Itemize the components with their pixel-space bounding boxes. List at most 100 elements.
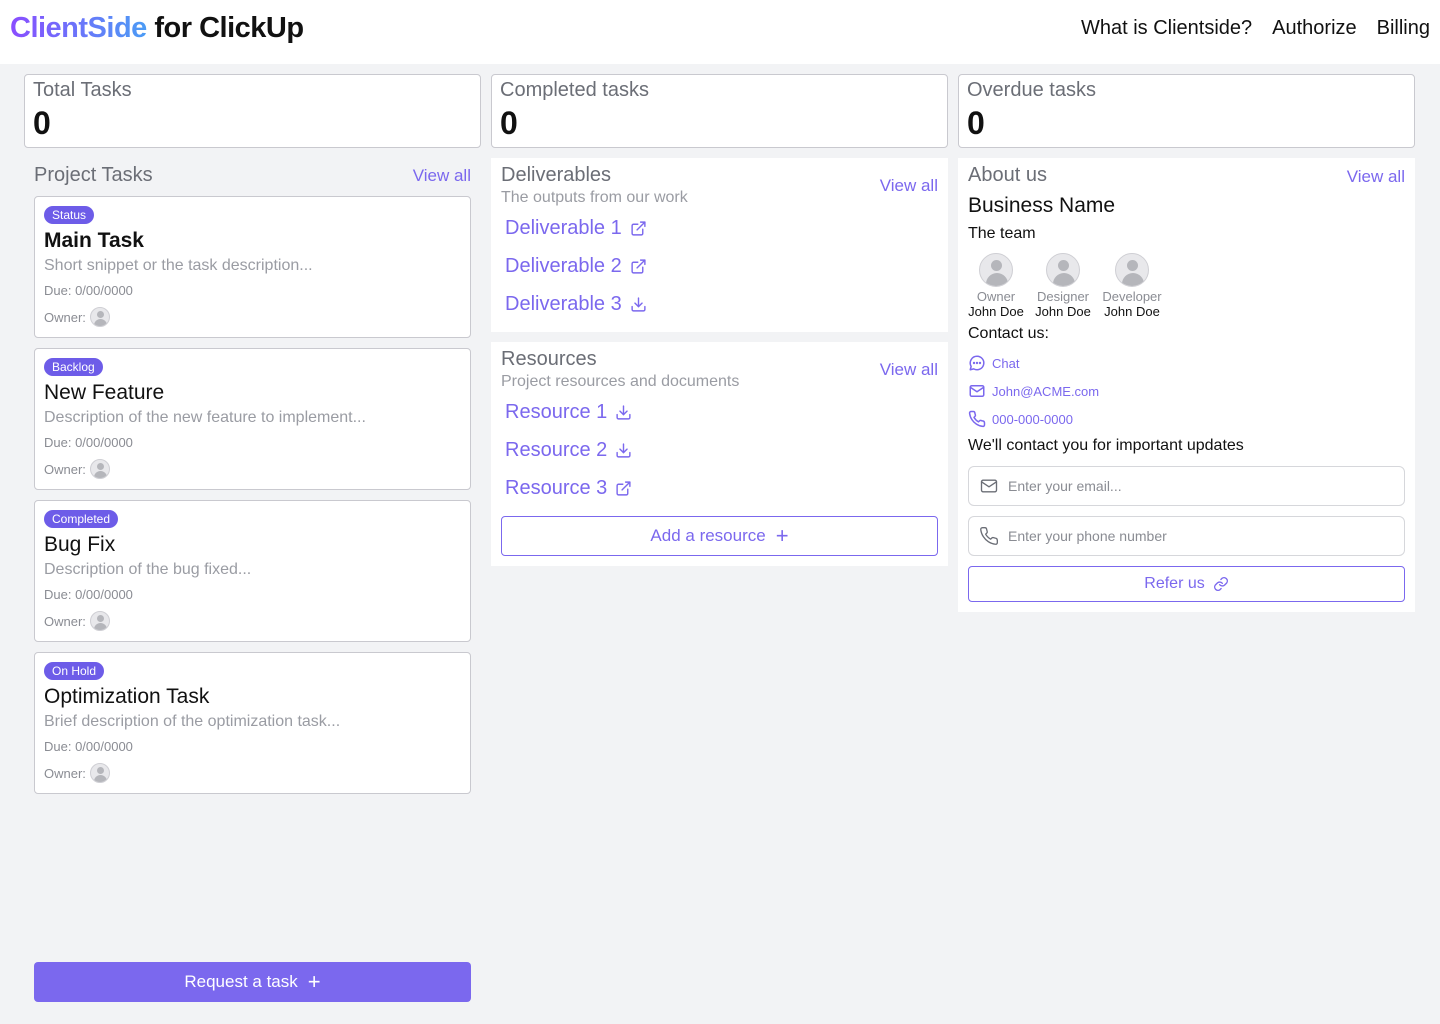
task-title: Optimization Task: [44, 685, 210, 708]
stat-value: 0: [967, 105, 985, 141]
team-label: The team: [968, 225, 1036, 242]
contact-email-label: John@ACME.com: [992, 383, 1100, 399]
resource-label: Resource 1: [505, 401, 608, 423]
contact-email-link[interactable]: John@ACME.com: [968, 382, 1099, 400]
owner-label: Owner:: [44, 765, 86, 781]
deliverable-link[interactable]: Deliverable 2: [505, 255, 647, 278]
plus-icon: +: [307, 969, 321, 994]
contact-chat-label: Chat: [992, 355, 1020, 371]
deliverables-title: Deliverables: [501, 164, 612, 186]
task-owner: Owner:: [44, 611, 110, 631]
task-description: Short snippet or the task description...: [44, 257, 313, 274]
email-field-wrapper: [968, 466, 1405, 506]
mail-icon: [969, 385, 985, 397]
task-due-date: Due: 0/00/0000: [44, 587, 133, 602]
task-card[interactable]: On Hold Optimization Task Brief descript…: [34, 652, 471, 794]
nav-authorize[interactable]: Authorize: [1272, 17, 1357, 40]
avatar-icon: [89, 611, 110, 631]
resources-title: Resources: [501, 348, 597, 370]
chat-icon: [969, 355, 985, 371]
task-description: Description of the new feature to implem…: [44, 409, 366, 426]
member-name: John Doe: [968, 304, 1024, 319]
add-resource-button[interactable]: Add a resource +: [501, 516, 938, 556]
status-badge: Status: [44, 206, 95, 224]
logo-suffix: for ClickUp: [146, 12, 304, 44]
top-bar: ClientSide for ClickUp What is Clientsid…: [0, 0, 1440, 64]
status-badge: On Hold: [44, 662, 105, 680]
task-card[interactable]: Backlog New Feature Description of the n…: [34, 348, 471, 490]
add-resource-label: Add a resource: [650, 526, 766, 545]
owner-label: Owner:: [44, 309, 86, 325]
team-member: Owner John Doe: [961, 253, 1031, 319]
stat-label: Total Tasks: [33, 79, 132, 101]
team-member: Designer John Doe: [1028, 253, 1098, 319]
refer-us-button[interactable]: Refer us: [968, 566, 1405, 602]
phone-icon: [968, 410, 986, 428]
request-task-button[interactable]: Request a task +: [34, 962, 471, 1002]
deliverable-link[interactable]: Deliverable 1: [505, 217, 647, 240]
deliverables-panel: Deliverables The outputs from our work V…: [491, 158, 948, 332]
phone-field-wrapper: [968, 516, 1405, 556]
stat-label: Completed tasks: [500, 79, 649, 101]
phone-field[interactable]: [1008, 528, 1388, 544]
resources-subtitle: Project resources and documents: [501, 373, 740, 390]
resources-view-all[interactable]: View all: [880, 360, 938, 380]
stat-value: 0: [500, 105, 518, 141]
deliverable-link[interactable]: Deliverable 3: [505, 293, 647, 316]
logo-brand: ClientSide: [10, 12, 147, 44]
contact-chat-link[interactable]: Chat: [968, 354, 1019, 372]
owner-label: Owner:: [44, 613, 86, 629]
refer-us-label: Refer us: [1144, 575, 1205, 592]
nav-what-is-clientside[interactable]: What is Clientside?: [1081, 17, 1252, 40]
download-icon: [631, 297, 646, 312]
project-tasks-view-all[interactable]: View all: [413, 166, 471, 186]
deliverables-subtitle: The outputs from our work: [501, 189, 688, 206]
avatar-icon: [1046, 253, 1080, 287]
task-title: New Feature: [44, 381, 165, 404]
link-icon: [1213, 577, 1228, 591]
member-name: John Doe: [1104, 304, 1160, 319]
stat-value: 0: [33, 105, 51, 141]
resource-link[interactable]: Resource 2: [505, 439, 632, 462]
contact-phone-label: 000-000-0000: [992, 411, 1073, 427]
about-us-view-all[interactable]: View all: [1347, 167, 1405, 187]
app-logo[interactable]: ClientSide for ClickUp: [10, 12, 304, 45]
deliverable-label: Deliverable 3: [505, 293, 622, 315]
avatar-icon: [89, 763, 110, 783]
download-icon: [616, 405, 631, 420]
member-role: Designer: [1036, 289, 1090, 304]
task-due-date: Due: 0/00/0000: [44, 435, 133, 450]
member-name: John Doe: [1035, 304, 1091, 319]
business-name: Business Name: [968, 194, 1116, 217]
email-field[interactable]: [1008, 478, 1388, 494]
status-badge: Completed: [44, 510, 119, 528]
external-link-icon: [631, 221, 646, 236]
external-link-icon: [616, 481, 631, 496]
stat-total-tasks: Total Tasks 0: [24, 74, 481, 148]
avatar-icon: [979, 253, 1013, 287]
mail-icon: [980, 479, 998, 493]
phone-icon: [980, 526, 999, 545]
external-link-icon: [631, 259, 646, 274]
deliverable-label: Deliverable 2: [505, 255, 622, 277]
task-due-date: Due: 0/00/0000: [44, 283, 133, 298]
project-tasks-title: Project Tasks: [34, 164, 153, 186]
nav-billing[interactable]: Billing: [1377, 17, 1430, 40]
task-card[interactable]: Completed Bug Fix Description of the bug…: [34, 500, 471, 642]
member-role: Developer: [1102, 289, 1162, 304]
task-description: Brief description of the optimization ta…: [44, 713, 341, 730]
task-card[interactable]: Status Main Task Short snippet or the ta…: [34, 196, 471, 338]
resource-link[interactable]: Resource 3: [505, 477, 632, 500]
resource-link[interactable]: Resource 1: [505, 401, 632, 424]
deliverable-label: Deliverable 1: [505, 217, 622, 239]
deliverables-view-all[interactable]: View all: [880, 176, 938, 196]
about-us-title: About us: [968, 164, 1047, 186]
plus-icon: +: [775, 523, 789, 548]
resource-label: Resource 2: [505, 439, 608, 461]
avatar-icon: [89, 459, 110, 479]
task-title: Bug Fix: [44, 533, 116, 556]
stat-completed-tasks: Completed tasks 0: [491, 74, 948, 148]
contact-phone-link[interactable]: 000-000-0000: [968, 410, 1073, 428]
about-us-panel: About us View all Business Name The team…: [958, 158, 1415, 612]
task-description: Description of the bug fixed...: [44, 561, 252, 578]
